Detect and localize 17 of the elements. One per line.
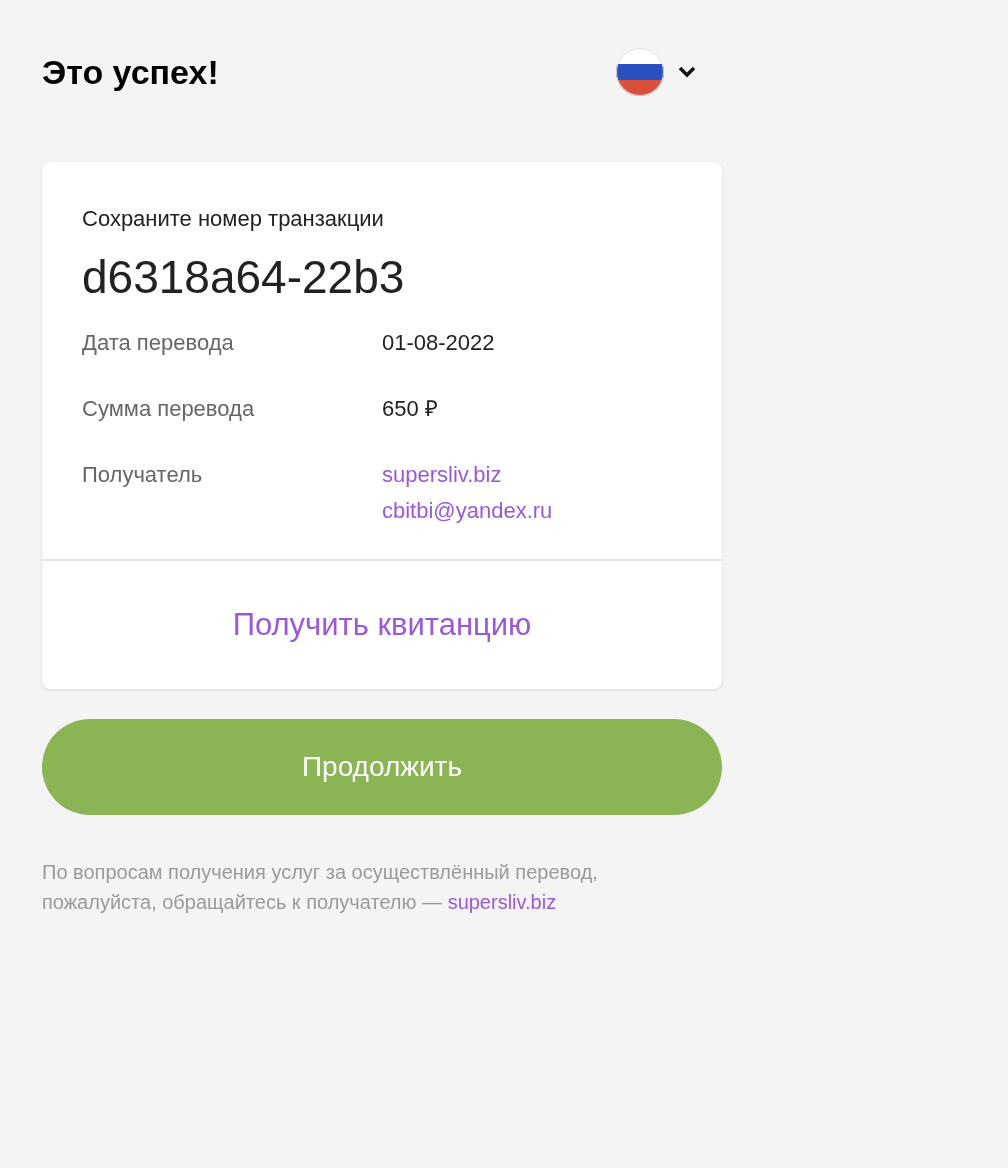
- detail-value: 01-08-2022: [382, 329, 495, 357]
- page-title: Это успех!: [42, 55, 219, 89]
- support-note: По вопросам получения услуг за осуществлённый перевод, пожалуйста, обращайтесь к получателю — supersliv.biz: [42, 860, 599, 915]
- detail-label: Сумма перевода: [82, 395, 256, 423]
- language-selector[interactable]: [616, 48, 696, 96]
- recipient-link[interactable]: supersliv.biz: [447, 891, 557, 913]
- recipient-link[interactable]: cbitbi@yandex.ru: [382, 493, 553, 529]
- detail-label: Получатель: [82, 461, 204, 489]
- transaction-id: d6318a64-22b3: [82, 250, 406, 305]
- chevron-down-icon: [678, 66, 696, 78]
- caption: Сохраните номер транзакции: [82, 205, 385, 233]
- get-receipt-link[interactable]: Получить квитанцию: [232, 601, 532, 649]
- detail-value: 650 ₽: [382, 395, 438, 423]
- russia-flag-icon: [616, 48, 664, 96]
- continue-button[interactable]: Продолжить: [42, 719, 722, 815]
- detail-label: Дата перевода: [82, 329, 235, 357]
- recipient-link[interactable]: supersliv.biz: [382, 457, 553, 493]
